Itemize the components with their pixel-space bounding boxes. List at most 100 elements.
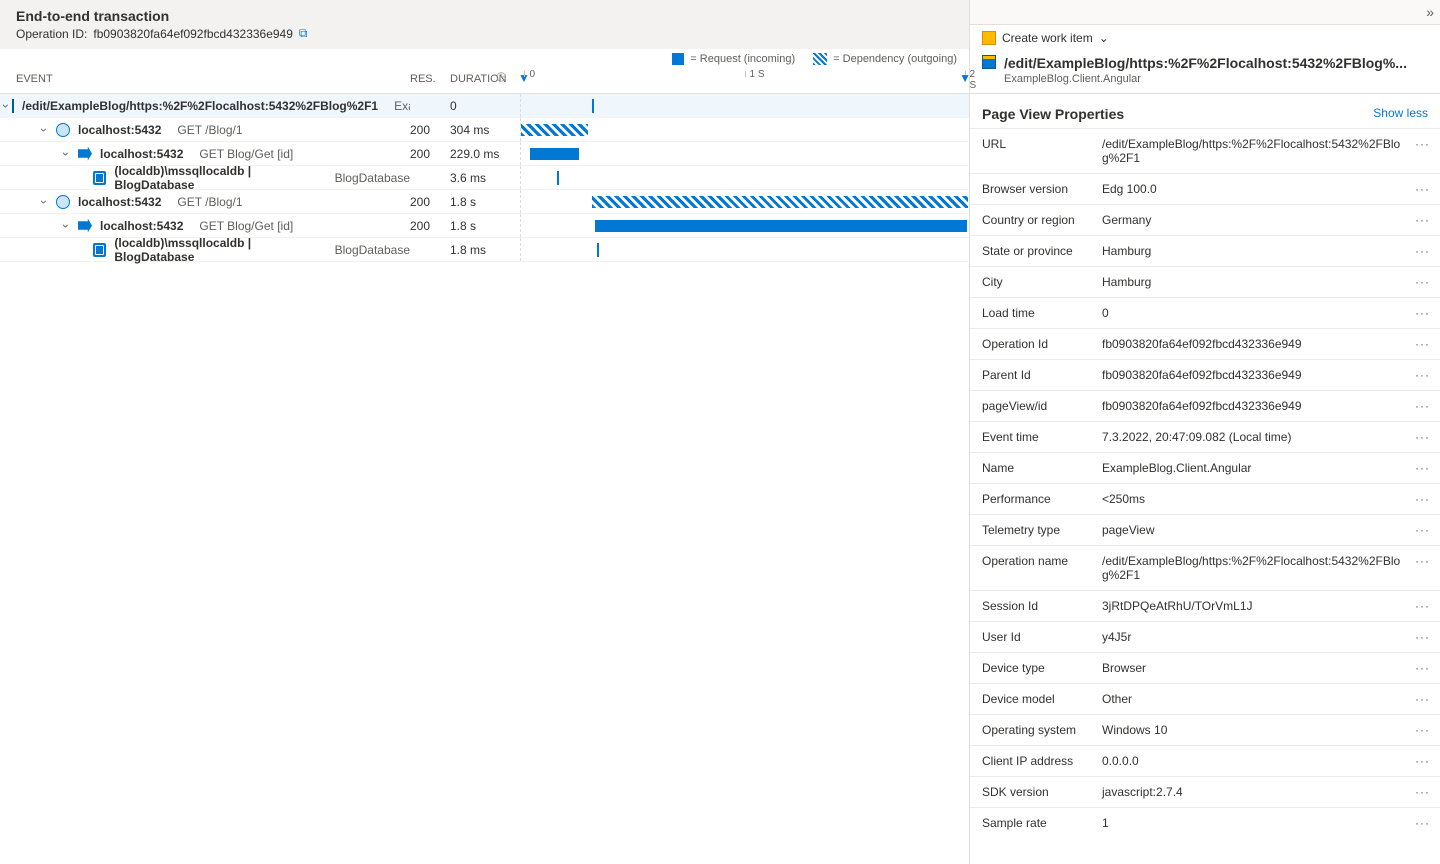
property-value: fb0903820fa64ef092fbcd432336e949	[1102, 368, 1409, 382]
tick-1s: 1 S	[750, 69, 765, 80]
property-value: ExampleBlog.Client.Angular	[1102, 461, 1409, 475]
property-key: Performance	[982, 492, 1102, 506]
property-more-button[interactable]: ···	[1409, 275, 1436, 289]
property-row: Performance<250ms···	[970, 483, 1440, 514]
property-more-button[interactable]: ···	[1409, 306, 1436, 320]
table-row[interactable]: ›localhost:5432GET /Blog/12001.8 s	[0, 190, 969, 214]
show-less-link[interactable]: Show less	[1373, 106, 1428, 122]
row-timeline	[520, 118, 969, 141]
properties-list: URL/edit/ExampleBlog/https:%2F%2Flocalho…	[970, 128, 1440, 838]
copy-icon[interactable]: ⧉	[299, 26, 308, 41]
property-row: Device typeBrowser···	[970, 652, 1440, 683]
property-more-button[interactable]: ···	[1409, 337, 1436, 351]
property-more-button[interactable]: ···	[1409, 754, 1436, 768]
table-row[interactable]: ›localhost:5432GET Blog/Get [id]2001.8 s	[0, 214, 969, 238]
property-key: Operating system	[982, 723, 1102, 737]
create-work-item-button[interactable]: Create work item ⌄	[982, 27, 1436, 55]
property-row: Device modelOther···	[970, 683, 1440, 714]
property-value: 0.0.0.0	[1102, 754, 1409, 768]
col-res[interactable]: RES.	[410, 73, 450, 89]
expand-caret[interactable]: ›	[42, 195, 52, 209]
property-row: Load time0···	[970, 297, 1440, 328]
header: End-to-end transaction Operation ID: fb0…	[0, 0, 969, 49]
table-row[interactable]: ›/edit/ExampleBlog/https:%2F%2Flocalhost…	[0, 94, 969, 118]
expand-caret[interactable]: ›	[64, 147, 74, 161]
property-row: Operating systemWindows 10···	[970, 714, 1440, 745]
row-duration: 3.6 ms	[450, 171, 520, 185]
col-duration[interactable]: DURATION	[450, 73, 520, 89]
property-key: Client IP address	[982, 754, 1102, 768]
property-more-button[interactable]: ···	[1409, 430, 1436, 444]
clock-icon: ◷	[496, 69, 506, 83]
property-value: 1	[1102, 816, 1409, 830]
grid-header: EVENT RES. DURATION ◷ ▼ 0 1 S 2 S ▼	[0, 65, 969, 94]
property-more-button[interactable]: ···	[1409, 399, 1436, 413]
property-more-button[interactable]: ···	[1409, 599, 1436, 613]
property-key: Device type	[982, 661, 1102, 675]
expand-caret[interactable]: ›	[4, 99, 8, 113]
row-extra: GET /Blog/1	[177, 195, 242, 209]
property-more-button[interactable]: ···	[1409, 554, 1436, 568]
property-more-button[interactable]: ···	[1409, 816, 1436, 830]
legend: = Request (incoming) = Dependency (outgo…	[0, 49, 969, 65]
property-more-button[interactable]: ···	[1409, 630, 1436, 644]
property-more-button[interactable]: ···	[1409, 523, 1436, 537]
property-more-button[interactable]: ···	[1409, 213, 1436, 227]
timeline-bar	[595, 220, 967, 232]
property-more-button[interactable]: ···	[1409, 461, 1436, 475]
row-extra: GET /Blog/1	[177, 123, 242, 137]
property-value: y4J5r	[1102, 630, 1409, 644]
detail-title: /edit/ExampleBlog/https:%2F%2Flocalhost:…	[1004, 55, 1407, 71]
collapse-button[interactable]: »	[970, 0, 1440, 25]
row-res: 200	[410, 195, 450, 209]
property-more-button[interactable]: ···	[1409, 785, 1436, 799]
property-key: URL	[982, 137, 1102, 151]
table-row[interactable]: ›localhost:5432GET /Blog/1200304 ms	[0, 118, 969, 142]
property-value: Edg 100.0	[1102, 182, 1409, 196]
property-value: <250ms	[1102, 492, 1409, 506]
row-timeline	[520, 142, 969, 165]
property-more-button[interactable]: ···	[1409, 368, 1436, 382]
property-row: URL/edit/ExampleBlog/https:%2F%2Flocalho…	[970, 128, 1440, 173]
property-more-button[interactable]: ···	[1409, 723, 1436, 737]
row-name: localhost:5432	[100, 219, 183, 233]
property-more-button[interactable]: ···	[1409, 492, 1436, 506]
timeline-header: ◷ ▼ 0 1 S 2 S ▼	[520, 73, 969, 89]
property-row: Operation Idfb0903820fa64ef092fbcd432336…	[970, 328, 1440, 359]
row-timeline	[520, 214, 969, 237]
property-value: 3jRtDPQeAtRhU/TOrVmL1J	[1102, 599, 1409, 613]
expand-caret[interactable]: ›	[42, 123, 52, 137]
property-key: SDK version	[982, 785, 1102, 799]
property-row: Event time7.3.2022, 20:47:09.082 (Local …	[970, 421, 1440, 452]
table-row[interactable]: (localdb)\mssqllocaldb | BlogDatabaseBlo…	[0, 238, 969, 262]
property-row: State or provinceHamburg···	[970, 235, 1440, 266]
legend-dependency-label: = Dependency (outgoing)	[833, 53, 957, 65]
row-res: 200	[410, 147, 450, 161]
property-more-button[interactable]: ···	[1409, 137, 1436, 151]
work-item-icon	[982, 31, 996, 45]
table-row[interactable]: (localdb)\mssqllocaldb | BlogDatabaseBlo…	[0, 166, 969, 190]
property-more-button[interactable]: ···	[1409, 661, 1436, 675]
property-value: /edit/ExampleBlog/https:%2F%2Flocalhost:…	[1102, 137, 1409, 165]
property-more-button[interactable]: ···	[1409, 692, 1436, 706]
property-row: Telemetry typepageView···	[970, 514, 1440, 545]
property-key: Telemetry type	[982, 523, 1102, 537]
row-duration: 304 ms	[450, 123, 520, 137]
table-row[interactable]: ›localhost:5432GET Blog/Get [id]200229.0…	[0, 142, 969, 166]
transaction-panel: End-to-end transaction Operation ID: fb0…	[0, 0, 970, 864]
col-event[interactable]: EVENT	[0, 73, 410, 89]
timeline-bar	[597, 243, 599, 257]
properties-panel: » Create work item ⌄ /edit/ExampleBlog/h…	[970, 0, 1440, 864]
property-more-button[interactable]: ···	[1409, 244, 1436, 258]
filter-end-icon[interactable]: ▼	[959, 71, 971, 85]
detail-subtitle: ExampleBlog.Client.Angular	[1004, 73, 1407, 85]
row-duration: 1.8 s	[450, 219, 520, 233]
property-row: Sample rate1···	[970, 807, 1440, 838]
row-name: localhost:5432	[100, 147, 183, 161]
row-duration: 0	[450, 99, 520, 113]
expand-caret[interactable]: ›	[64, 219, 74, 233]
properties-header: Page View Properties	[982, 106, 1124, 122]
property-value: pageView	[1102, 523, 1409, 537]
property-more-button[interactable]: ···	[1409, 182, 1436, 196]
timeline-bar	[592, 196, 968, 208]
